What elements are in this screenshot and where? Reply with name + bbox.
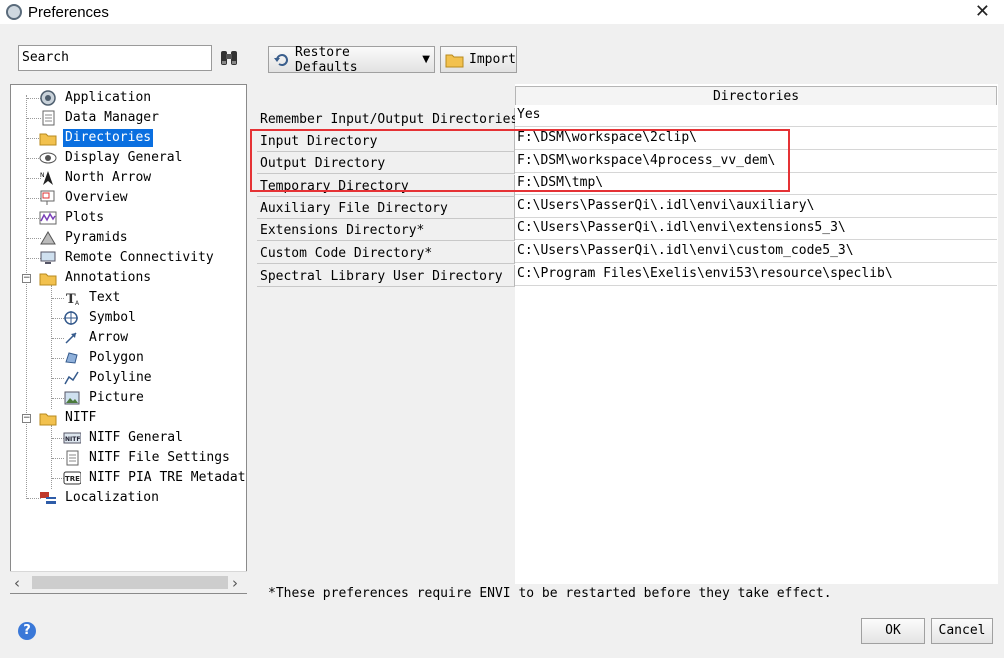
flags-icon xyxy=(39,490,57,506)
polygon-icon xyxy=(63,350,81,366)
ok-button[interactable]: OK xyxy=(861,618,925,644)
nitf-collapse-toggle[interactable]: − xyxy=(22,414,31,423)
nitf-icon: NITF xyxy=(63,430,81,446)
dropdown-arrow-icon[interactable]: ▼ xyxy=(422,54,430,65)
text-tool-icon: TA xyxy=(63,290,81,306)
north-arrow-icon: N xyxy=(39,170,57,186)
folder-icon xyxy=(39,130,57,146)
tree-item-data-manager[interactable]: Data Manager xyxy=(39,108,161,128)
row-name: Custom Code Directory* xyxy=(257,242,515,264)
row-name: Spectral Library User Directory xyxy=(257,265,515,287)
tree-item-application[interactable]: Application xyxy=(39,88,153,108)
row-name: Output Directory xyxy=(257,152,515,174)
monitor-icon xyxy=(39,250,57,266)
close-icon[interactable]: ✕ xyxy=(975,1,990,22)
tree-item-plots[interactable]: Plots xyxy=(39,208,106,228)
refresh-icon xyxy=(273,52,291,68)
restore-defaults-label: Restore Defaults xyxy=(295,44,358,75)
tree-item-polygon[interactable]: Polygon xyxy=(63,348,146,368)
arrow-tool-icon xyxy=(63,330,81,346)
row-value[interactable]: Yes xyxy=(515,105,997,127)
tree-item-arrow[interactable]: Arrow xyxy=(63,328,130,348)
tree-item-overview[interactable]: Overview xyxy=(39,188,130,208)
import-button[interactable]: Import xyxy=(440,46,517,73)
tree-item-polyline[interactable]: Polyline xyxy=(63,368,154,388)
directories-table: Directories Remember Input/Output Direct… xyxy=(257,84,998,584)
row-value[interactable]: C:\Users\PasserQi\.idl\envi\custom_code5… xyxy=(515,241,997,263)
window-title: Preferences xyxy=(28,3,109,21)
document-icon xyxy=(63,450,81,466)
import-label: Import xyxy=(469,52,516,67)
tree-item-symbol[interactable]: Symbol xyxy=(63,308,138,328)
row-value[interactable]: F:\DSM\workspace\4process_vv_dem\ xyxy=(515,151,997,173)
picture-icon xyxy=(63,390,81,406)
tree-item-annotations[interactable]: Annotations xyxy=(39,268,153,288)
app-icon xyxy=(6,4,22,20)
folder-icon xyxy=(39,410,57,426)
search-input[interactable]: Search xyxy=(18,45,212,71)
help-icon[interactable]: ? xyxy=(18,622,36,640)
preferences-tree[interactable]: Application Data Manager Directories Dis… xyxy=(10,84,247,594)
tre-icon: TRE xyxy=(63,470,81,486)
tree-item-nitf-pia-tre-metadata[interactable]: TRE NITF PIA TRE Metadata xyxy=(63,468,246,488)
row-value[interactable]: C:\Program Files\Exelis\envi53\resource\… xyxy=(515,264,997,286)
eye-icon xyxy=(39,150,57,166)
svg-text:TRE: TRE xyxy=(65,475,80,483)
folder-open-icon xyxy=(445,52,465,68)
row-name: Remember Input/Output Directories xyxy=(257,108,518,130)
plot-icon xyxy=(39,210,57,226)
restore-defaults-button[interactable]: Restore Defaults ▼ xyxy=(268,44,435,75)
binoculars-icon[interactable] xyxy=(219,48,239,68)
tree-guide xyxy=(26,95,27,499)
tree-item-north-arrow[interactable]: N North Arrow xyxy=(39,168,153,188)
cancel-button[interactable]: Cancel xyxy=(931,618,993,644)
tree-item-localization[interactable]: Localization xyxy=(39,488,161,508)
tree-item-directories[interactable]: Directories xyxy=(39,128,154,148)
scroll-left-icon[interactable]: ‹ xyxy=(14,574,20,592)
annotations-collapse-toggle[interactable]: − xyxy=(22,274,31,283)
row-name: Auxiliary File Directory xyxy=(257,197,515,219)
tree-item-nitf[interactable]: NITF xyxy=(39,408,98,428)
tree-item-remote-connectivity[interactable]: Remote Connectivity xyxy=(39,248,216,268)
row-value[interactable]: F:\DSM\workspace\2clip\ xyxy=(515,128,997,150)
restart-note: *These preferences require ENVI to be re… xyxy=(268,586,832,601)
scroll-right-icon[interactable]: › xyxy=(232,574,238,592)
document-icon xyxy=(39,110,57,126)
svg-text:N: N xyxy=(40,172,45,179)
pyramid-icon xyxy=(39,230,57,246)
row-value[interactable]: C:\Users\PasserQi\.idl\envi\auxiliary\ xyxy=(515,196,997,218)
title-bar: Preferences ✕ xyxy=(0,0,1004,24)
svg-text:A: A xyxy=(75,300,80,306)
row-name: Extensions Directory* xyxy=(257,219,515,241)
scrollbar-thumb[interactable] xyxy=(32,576,228,589)
symbol-icon xyxy=(63,310,81,326)
tree-item-nitf-file-settings[interactable]: NITF File Settings xyxy=(63,448,232,468)
row-name: Temporary Directory xyxy=(257,175,515,197)
tree-horizontal-scrollbar[interactable]: ‹ › xyxy=(10,571,247,593)
svg-text:NITF: NITF xyxy=(65,436,80,443)
tree-item-picture[interactable]: Picture xyxy=(63,388,146,408)
row-value[interactable]: F:\DSM\tmp\ xyxy=(515,173,997,195)
tree-guide xyxy=(51,285,52,409)
polyline-icon xyxy=(63,370,81,386)
application-icon xyxy=(39,90,57,106)
folder-icon xyxy=(39,270,57,286)
overview-icon xyxy=(39,190,57,206)
row-value[interactable]: C:\Users\PasserQi\.idl\envi\extensions5_… xyxy=(515,218,997,240)
tree-guide xyxy=(51,425,52,489)
row-name: Input Directory xyxy=(257,130,515,152)
tree-item-pyramids[interactable]: Pyramids xyxy=(39,228,130,248)
tree-item-nitf-general[interactable]: NITF NITF General xyxy=(63,428,185,448)
tree-item-display-general[interactable]: Display General xyxy=(39,148,184,168)
tree-item-text[interactable]: TA Text xyxy=(63,288,122,308)
